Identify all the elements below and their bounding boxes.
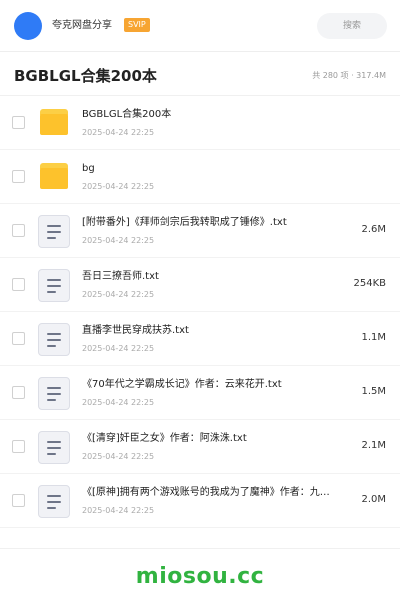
file-date: 2025-04-24 22:25 <box>82 452 155 461</box>
text-file-icon <box>37 269 71 302</box>
folder-icon <box>37 107 71 139</box>
file-size: 1.5M <box>361 386 386 397</box>
row-checkbox[interactable] <box>12 170 25 183</box>
folder-summary: 共 280 项 · 317.4M <box>312 71 386 80</box>
footer: miosou.cc <box>0 548 400 600</box>
file-name: bg <box>82 163 95 174</box>
text-file-icon <box>37 377 71 410</box>
folder-icon <box>37 161 71 193</box>
text-file-icon <box>37 323 71 356</box>
file-name: BGBLGL合集200本 <box>82 109 172 120</box>
file-size: 1.1M <box>361 332 386 343</box>
file-row[interactable]: BGBLGL合集200本 2025-04-24 22:25 <box>0 96 400 150</box>
row-checkbox[interactable] <box>12 224 25 237</box>
text-file-icon <box>37 485 71 518</box>
file-date: 2025-04-24 22:25 <box>82 182 155 191</box>
file-date: 2025-04-24 22:25 <box>82 236 155 245</box>
file-date: 2025-04-24 22:25 <box>82 398 155 407</box>
file-row[interactable]: 吾日三撩吾师.txt 2025-04-24 22:25 254KB <box>0 258 400 312</box>
file-name: 《[清穿]奸臣之女》作者：阿洙洙.txt <box>82 433 247 444</box>
svip-badge: SVIP <box>124 18 150 32</box>
file-name: 直播李世民穿成扶苏.txt <box>82 325 189 336</box>
row-checkbox[interactable] <box>12 386 25 399</box>
row-checkbox[interactable] <box>12 278 25 291</box>
folder-header: BGBLGL合集200本 共 280 项 · 317.4M <box>0 52 400 96</box>
row-checkbox[interactable] <box>12 494 25 507</box>
text-file-icon <box>37 431 71 464</box>
watermark: miosou.cc <box>135 564 265 589</box>
file-date: 2025-04-24 22:25 <box>82 344 155 353</box>
avatar[interactable] <box>14 12 42 40</box>
file-row[interactable]: 直播李世民穿成扶苏.txt 2025-04-24 22:25 1.1M <box>0 312 400 366</box>
text-file-icon <box>37 215 71 248</box>
search-input[interactable]: 搜索 <box>317 13 387 39</box>
file-name: 《[原神]拥有两个游戏账号的我成为了魔神》作者：九… <box>82 487 330 498</box>
app-name: 夸克网盘分享 <box>52 20 112 31</box>
file-date: 2025-04-24 22:25 <box>82 128 155 137</box>
file-size: 254KB <box>353 278 386 289</box>
file-list: BGBLGL合集200本 2025-04-24 22:25 bg 2025-04… <box>0 96 400 528</box>
file-name: [附带番外]《拜师剑宗后我转职成了锤修》.txt <box>82 217 287 228</box>
file-date: 2025-04-24 22:25 <box>82 506 155 515</box>
file-size: 2.0M <box>361 494 386 505</box>
page-title: BGBLGL合集200本 <box>14 67 157 85</box>
row-checkbox[interactable] <box>12 440 25 453</box>
file-row[interactable]: 《[原神]拥有两个游戏账号的我成为了魔神》作者：九… 2025-04-24 22… <box>0 474 400 528</box>
file-row[interactable]: [附带番外]《拜师剑宗后我转职成了锤修》.txt 2025-04-24 22:2… <box>0 204 400 258</box>
file-row[interactable]: bg 2025-04-24 22:25 <box>0 150 400 204</box>
file-date: 2025-04-24 22:25 <box>82 290 155 299</box>
row-checkbox[interactable] <box>12 116 25 129</box>
row-checkbox[interactable] <box>12 332 25 345</box>
file-row[interactable]: 《[清穿]奸臣之女》作者：阿洙洙.txt 2025-04-24 22:25 2.… <box>0 420 400 474</box>
top-bar: 夸克网盘分享 SVIP 搜索 <box>0 0 400 52</box>
file-name: 《70年代之学霸成长记》作者：云来花开.txt <box>82 379 282 390</box>
file-row[interactable]: 《70年代之学霸成长记》作者：云来花开.txt 2025-04-24 22:25… <box>0 366 400 420</box>
file-size: 2.6M <box>361 224 386 235</box>
file-size: 2.1M <box>361 440 386 451</box>
file-name: 吾日三撩吾师.txt <box>82 271 159 282</box>
